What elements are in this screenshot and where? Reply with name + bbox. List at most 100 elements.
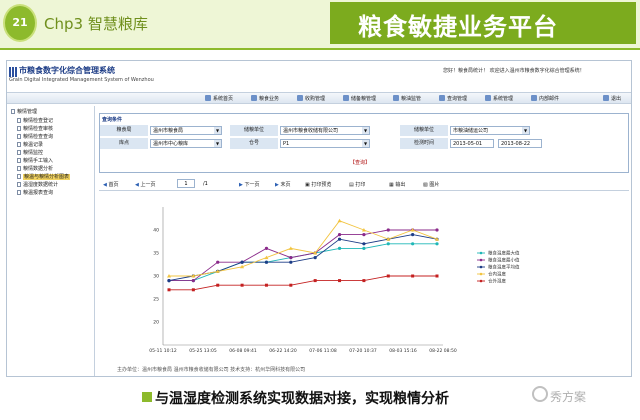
welcome-message: 您好！粮食局统计！ 欢迎进入温州市粮食数字化综合管理系统！ xyxy=(443,68,585,74)
query-label: 储粮单位 xyxy=(230,125,278,136)
slide-header: 21 Chp3 智慧粮库 粮食敏捷业务平台 xyxy=(0,0,640,50)
tree-item[interactable]: 粮情数据分析 xyxy=(17,166,53,173)
data-point xyxy=(167,279,171,283)
last-page-button[interactable]: ▶ 末页 xyxy=(275,181,290,188)
legend-label: 粮食温度平均值 xyxy=(488,264,520,271)
legend-label: 粮食温度最大值 xyxy=(488,250,520,257)
document-icon xyxy=(17,142,21,147)
data-point xyxy=(216,260,220,264)
first-page-icon: ◀ xyxy=(103,182,107,188)
app-screenshot: 市粮食数字化综合管理系统 Grain Digital Integrated Ma… xyxy=(6,60,632,377)
app-logo-icon xyxy=(9,67,18,77)
data-point xyxy=(240,260,244,264)
tree-item[interactable]: 粮情检查登记 xyxy=(17,118,53,125)
data-point xyxy=(191,279,195,283)
tree-item[interactable]: 粮温记录 xyxy=(17,142,43,149)
bullet-square-icon xyxy=(142,392,152,402)
header-divider xyxy=(0,48,640,50)
print-preview-button[interactable]: ▣ 打印预览 xyxy=(305,181,331,188)
chart-image-button[interactable]: ▧ 图片 xyxy=(423,181,439,188)
chevron-down-icon: ▼ xyxy=(214,127,221,134)
x-tick-label: 05-11 10:12 xyxy=(149,348,177,354)
storage-unit-2-select[interactable]: 市粮油储运公司 ▼ xyxy=(450,126,530,135)
tree-item[interactable]: 温湿度数据统计 xyxy=(17,182,58,189)
query-row: 库点 温州市中心粮库 ▼ 仓号 P1 ▼ 检测时间 2013-05-01 2013-… xyxy=(100,138,628,149)
data-point xyxy=(337,218,342,223)
nav-item-query[interactable]: 查询管理 xyxy=(439,95,467,102)
data-point xyxy=(386,274,390,278)
nav-item-grain-business[interactable]: 粮食业务 xyxy=(251,95,279,102)
data-point xyxy=(264,260,269,264)
nav-item-mail[interactable]: 内部邮件 xyxy=(531,95,559,102)
data-point xyxy=(362,242,366,246)
document-icon xyxy=(17,134,21,139)
export-icon: ▦ xyxy=(389,182,394,188)
data-point xyxy=(288,246,293,250)
tree-item[interactable]: 粮情检查审核 xyxy=(17,126,53,133)
bureau-select[interactable]: 温州市粮食局 ▼ xyxy=(150,126,222,135)
warehouse-select[interactable]: P1 ▼ xyxy=(280,139,370,148)
series-line xyxy=(169,275,437,291)
data-point xyxy=(191,288,195,292)
reserve-icon xyxy=(343,95,349,101)
tree-item-selected[interactable]: 粮温与粮情分析图表 xyxy=(17,174,71,181)
document-icon xyxy=(17,158,21,163)
data-point xyxy=(411,274,415,278)
data-point xyxy=(435,242,439,246)
tree-root[interactable]: 粮情管理 xyxy=(11,109,37,116)
export-button[interactable]: ▦ 输出 xyxy=(389,181,405,188)
image-icon: ▧ xyxy=(423,182,428,188)
nav-item-system[interactable]: 系统管理 xyxy=(485,95,513,102)
watermark-text: 秀方案 xyxy=(550,390,587,404)
tree-item[interactable]: 粮温报表查询 xyxy=(17,190,53,197)
start-date-input[interactable]: 2013-05-01 xyxy=(450,139,494,148)
data-point xyxy=(313,256,317,260)
nav-item-logout[interactable]: 退出 xyxy=(603,95,621,102)
nav-item-reserve[interactable]: 储备粮管理 xyxy=(343,95,376,102)
folder-icon xyxy=(11,109,15,114)
data-point xyxy=(289,283,293,287)
legend-label: 粮食温度最小值 xyxy=(488,257,520,264)
nav-item-home[interactable]: 系统首页 xyxy=(205,95,233,102)
data-point xyxy=(338,279,342,283)
y-tick-label: 20 xyxy=(153,320,159,326)
query-label: 检测时间 xyxy=(400,138,448,149)
prev-page-button[interactable]: ◀ 上一页 xyxy=(135,181,155,188)
tree-item[interactable]: 粮情监控 xyxy=(17,150,43,157)
storage-unit-select[interactable]: 温州市粮食收储有限公司 ▼ xyxy=(280,126,370,135)
top-nav: 系统首页 粮食业务 收购管理 储备粮管理 粮油监管 查询管理 系统管理 内部邮件… xyxy=(7,92,631,104)
data-point xyxy=(411,242,415,246)
query-label: 仓号 xyxy=(230,138,278,149)
legend-marker xyxy=(479,258,483,262)
y-tick-label: 40 xyxy=(153,228,159,234)
tree-item[interactable]: 粮情手工输入 xyxy=(17,158,53,165)
query-label: 储粮单位 xyxy=(400,125,448,136)
legend-marker xyxy=(479,279,483,283)
data-point xyxy=(362,279,366,283)
next-page-button[interactable]: ▶ 下一页 xyxy=(239,181,259,188)
next-page-icon: ▶ xyxy=(239,182,243,188)
tree-item[interactable]: 粮情检查查询 xyxy=(17,134,53,141)
depot-select[interactable]: 温州市中心粮库 ▼ xyxy=(150,139,222,148)
slide: 21 Chp3 智慧粮库 粮食敏捷业务平台 市粮食数字化综合管理系统 Grain… xyxy=(0,0,640,420)
legend-marker xyxy=(479,251,483,255)
nav-item-supervision[interactable]: 粮油监管 xyxy=(393,95,421,102)
query-button[interactable]: 【查询】 xyxy=(350,159,370,166)
end-date-input[interactable]: 2013-08-22 xyxy=(498,139,542,148)
nav-item-purchase[interactable]: 收购管理 xyxy=(297,95,325,102)
grain-temperature-chart: 20 25 30 35 40 05-11 10:12 05-25 13:05 06-08 09… xyxy=(149,207,520,354)
query-icon xyxy=(439,95,445,101)
print-button[interactable]: ▤ 打印 xyxy=(349,181,365,188)
purchase-icon xyxy=(297,95,303,101)
last-page-icon: ▶ xyxy=(275,182,279,188)
first-page-button[interactable]: ◀ 首页 xyxy=(103,181,118,188)
data-point xyxy=(264,283,268,287)
page-number-input[interactable]: 1 xyxy=(177,179,195,188)
data-point xyxy=(337,237,342,241)
data-point xyxy=(289,260,293,264)
side-tree: 粮情管理 粮情检查登记 粮情检查审核 粮情检查查询 粮温记录 粮情监控 粮情手工… xyxy=(9,106,95,376)
document-icon xyxy=(17,190,21,195)
y-tick-label: 35 xyxy=(153,251,159,257)
legend-marker xyxy=(479,272,483,276)
document-icon xyxy=(17,118,21,123)
